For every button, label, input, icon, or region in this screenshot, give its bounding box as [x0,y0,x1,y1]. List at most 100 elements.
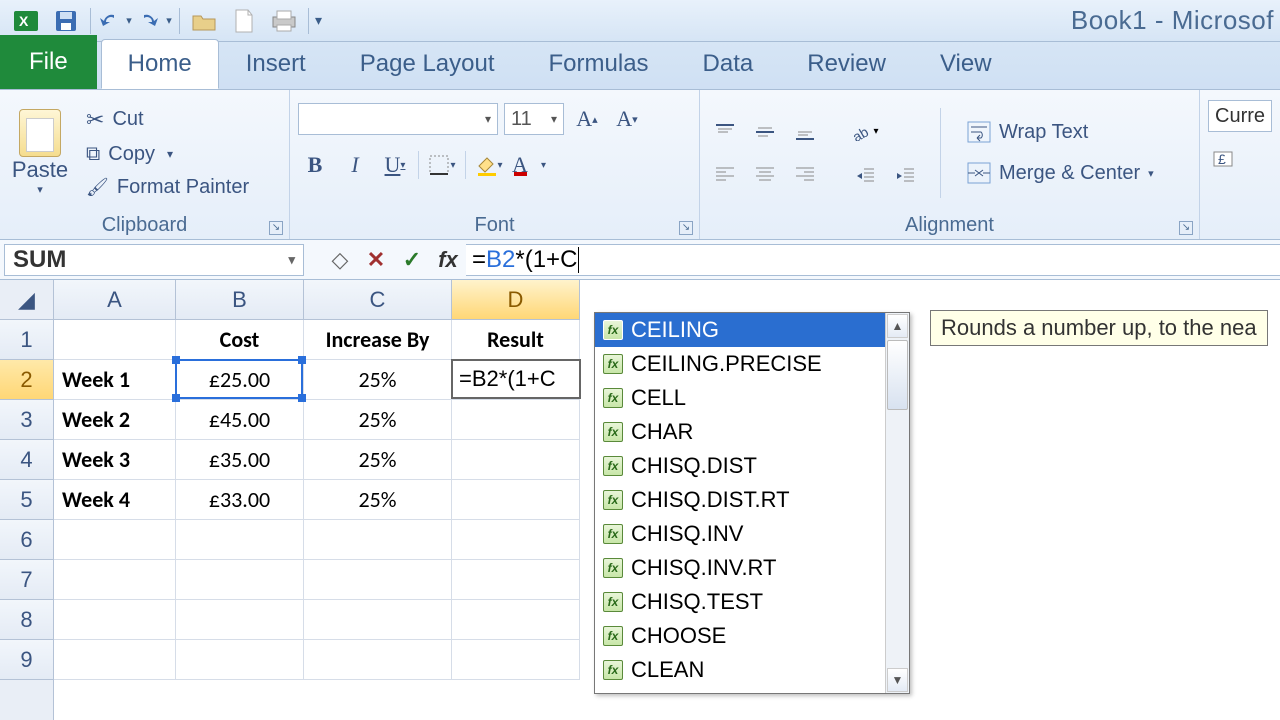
autocomplete-item[interactable]: fxCEILING.PRECISE [595,347,885,381]
cell[interactable]: Week 3 [54,440,176,480]
cut-button[interactable]: Cut [82,105,253,135]
customize-qat-icon[interactable]: ▾ [315,12,322,29]
column-header[interactable]: B [176,280,304,320]
range-selector-icon[interactable]: ◇ [322,244,358,276]
column-header[interactable]: A [54,280,176,320]
scroll-down-icon[interactable]: ▼ [887,668,908,692]
underline-button[interactable]: U▾ [378,148,412,182]
cell[interactable] [452,640,580,680]
cell[interactable]: 25% [304,480,452,520]
cell[interactable]: £35.00 [176,440,304,480]
fill-color-button[interactable]: ▾ [472,148,506,182]
autocomplete-item[interactable]: fxCODE [595,687,885,693]
row-header[interactable]: 4 [0,440,53,480]
worksheet-grid[interactable]: ◢ 1 2 3 4 5 6 7 8 9 A B C D Cost Increas… [0,280,1280,720]
copy-button[interactable]: Copy▾ [82,141,253,168]
cell[interactable]: Week 1 [54,360,176,400]
increase-indent-button[interactable] [888,160,922,188]
italic-button[interactable]: I [338,148,372,182]
scroll-thumb[interactable] [887,340,908,410]
align-top-button[interactable] [708,118,742,146]
active-cell-edit[interactable]: =B2*(1+C [451,359,581,399]
decrease-indent-button[interactable] [848,160,882,188]
accounting-format-button[interactable]: £ [1208,142,1242,176]
cell[interactable]: Cost [176,320,304,360]
autocomplete-item[interactable]: fxCHISQ.TEST [595,585,885,619]
autocomplete-item[interactable]: fxCHISQ.DIST [595,449,885,483]
cell[interactable]: £45.00 [176,400,304,440]
autocomplete-item[interactable]: fxCLEAN [595,653,885,687]
quick-print-icon[interactable] [264,5,304,37]
cells-area[interactable]: Cost Increase By Result Week 1 £25.00 25… [54,320,1280,680]
cell[interactable] [452,400,580,440]
name-box[interactable]: SUM ▾ [4,244,304,276]
font-size-combo[interactable]: 11▾ [504,103,564,135]
dialog-launcher-icon[interactable]: ↘ [1179,221,1193,235]
align-bottom-button[interactable] [788,118,822,146]
row-header[interactable]: 1 [0,320,53,360]
dialog-launcher-icon[interactable]: ↘ [679,221,693,235]
insert-function-button[interactable]: fx [430,244,466,276]
formula-input[interactable]: =B2*(1+C [466,244,1280,276]
row-header[interactable]: 5 [0,480,53,520]
align-center-button[interactable] [748,160,782,188]
bold-button[interactable]: B [298,148,332,182]
number-format-combo[interactable]: Curre [1208,100,1272,132]
tab-file[interactable]: File [0,35,97,89]
font-name-combo[interactable]: ▾ [298,103,498,135]
cell[interactable] [54,640,176,680]
cell[interactable]: 25% [304,400,452,440]
autocomplete-item[interactable]: fxCHOOSE [595,619,885,653]
tab-formulas[interactable]: Formulas [522,39,676,89]
align-right-button[interactable] [788,160,822,188]
open-file-icon[interactable] [184,5,224,37]
shrink-font-button[interactable]: A▾ [610,102,644,136]
chevron-down-icon[interactable]: ▾ [126,14,132,27]
cell[interactable] [452,560,580,600]
cell[interactable] [452,520,580,560]
column-header[interactable]: C [304,280,452,320]
cell[interactable] [304,520,452,560]
cell[interactable]: 25% [304,360,452,400]
row-header[interactable]: 2 [0,360,53,400]
tab-insert[interactable]: Insert [219,39,333,89]
cell[interactable] [304,560,452,600]
autocomplete-item[interactable]: fxCHAR [595,415,885,449]
row-header[interactable]: 3 [0,400,53,440]
tab-page-layout[interactable]: Page Layout [333,39,522,89]
chevron-down-icon[interactable]: ▾ [166,14,172,27]
row-header[interactable]: 6 [0,520,53,560]
scroll-up-icon[interactable]: ▲ [887,314,908,338]
cell[interactable]: Result [452,320,580,360]
cell[interactable] [176,560,304,600]
align-middle-button[interactable] [748,118,782,146]
cell[interactable]: Week 4 [54,480,176,520]
cancel-formula-button[interactable]: ✕ [358,244,394,276]
cell[interactable]: £25.00 [176,360,304,400]
cell[interactable]: Increase By [304,320,452,360]
cell[interactable] [54,520,176,560]
new-file-icon[interactable] [224,5,264,37]
orientation-button[interactable]: ab▾ [848,118,882,146]
cell[interactable] [54,560,176,600]
grow-font-button[interactable]: A▴ [570,102,604,136]
select-all-corner[interactable]: ◢ [0,280,53,320]
autocomplete-item[interactable]: fxCHISQ.DIST.RT [595,483,885,517]
cell[interactable]: Week 2 [54,400,176,440]
dialog-launcher-icon[interactable]: ↘ [269,221,283,235]
scrollbar[interactable]: ▲ ▼ [885,313,909,693]
row-header[interactable]: 8 [0,600,53,640]
paste-button[interactable]: Paste ▾ [8,109,72,196]
align-left-button[interactable] [708,160,742,188]
cell[interactable] [304,640,452,680]
tab-data[interactable]: Data [676,39,781,89]
cell[interactable] [176,520,304,560]
autocomplete-item[interactable]: fxCHISQ.INV [595,517,885,551]
save-icon[interactable] [46,5,86,37]
cell[interactable] [304,600,452,640]
cell[interactable]: £33.00 [176,480,304,520]
autocomplete-item[interactable]: fxCELL [595,381,885,415]
borders-button[interactable]: ▾ [425,148,459,182]
excel-app-icon[interactable]: X [6,5,46,37]
row-header[interactable]: 9 [0,640,53,680]
